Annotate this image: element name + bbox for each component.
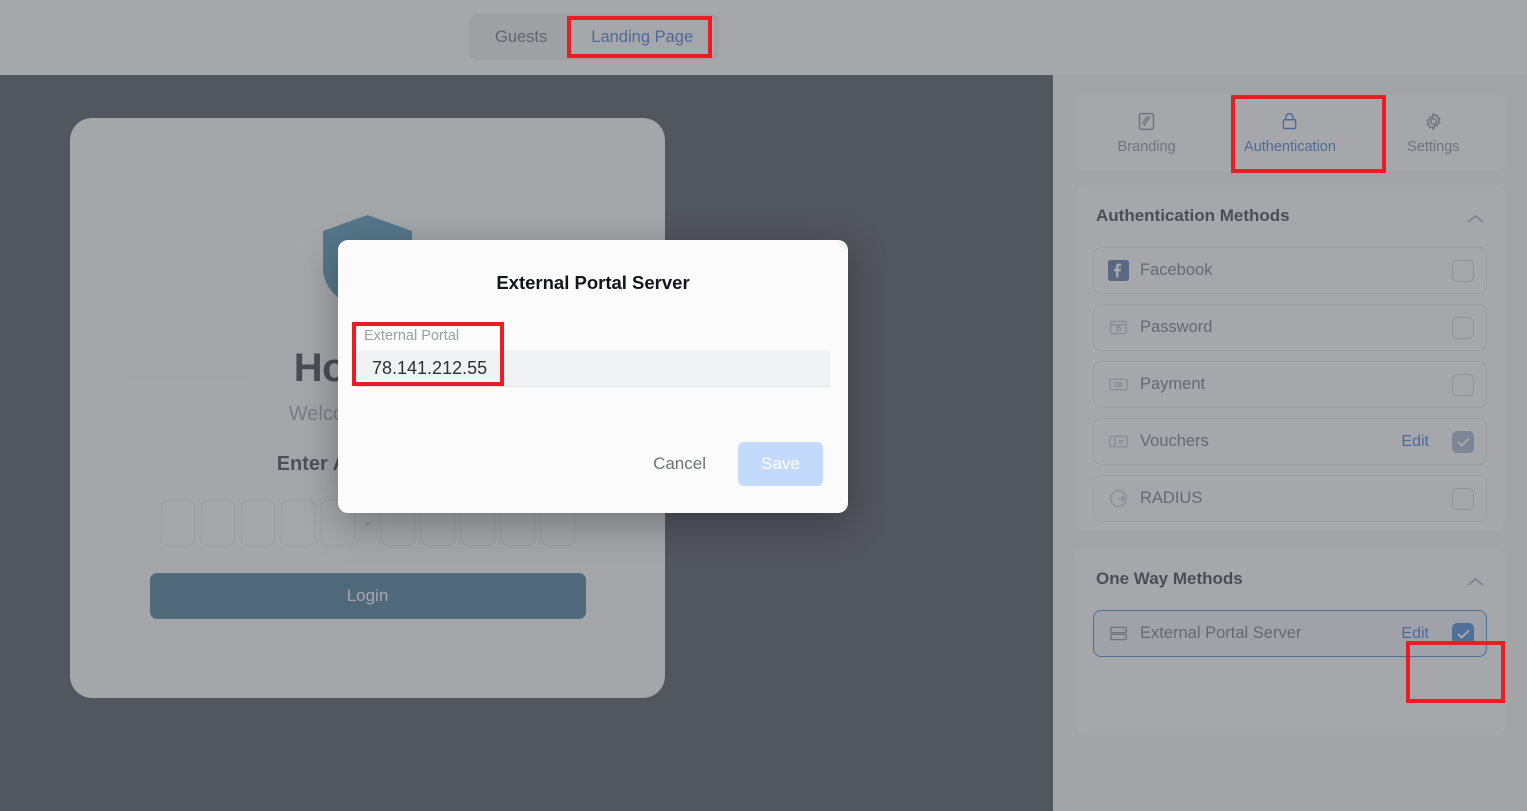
cancel-button[interactable]: Cancel <box>639 446 720 482</box>
external-portal-field: External Portal 78.141.212.55 <box>356 328 830 387</box>
external-portal-input[interactable]: 78.141.212.55 <box>356 350 830 387</box>
save-button[interactable]: Save <box>738 442 823 486</box>
modal-title: External Portal Server <box>338 272 848 294</box>
app-root: Guests Landing Page Hotspot Welcome to U… <box>0 0 1527 811</box>
modal-actions: Cancel Save <box>639 442 823 486</box>
external-portal-server-modal: External Portal Server External Portal 7… <box>338 240 848 513</box>
external-portal-field-label: External Portal <box>356 328 830 344</box>
